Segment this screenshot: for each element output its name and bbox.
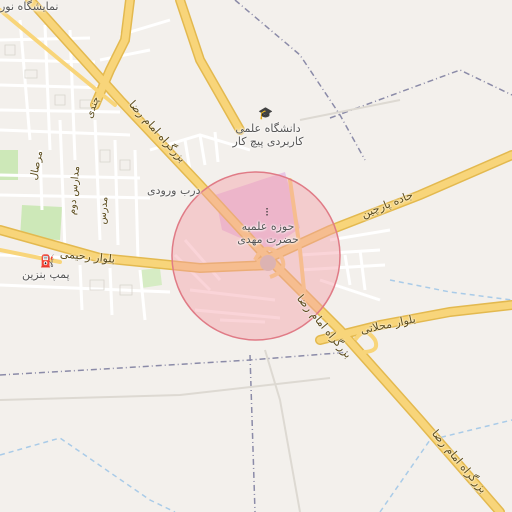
park-area <box>140 268 162 288</box>
poi-label-seminary[interactable]: حوزه علمیه حضرت مهدی <box>232 220 304 246</box>
poi-label-entrance: درب ورودی <box>147 184 201 197</box>
poi-label-gas-station[interactable]: پمپ بنزین <box>22 268 70 281</box>
graduation-cap-icon[interactable]: 🎓 <box>258 106 273 120</box>
poi-label: نمایشگاه نور <box>0 0 59 13</box>
map-canvas[interactable]: نمایشگاه نور 🎓 دانشگاه علمی کاربردی پیچ … <box>0 0 512 512</box>
poi-label-university[interactable]: دانشگاه علمی کاربردی پیچ کار <box>232 122 304 148</box>
fuel-pump-icon[interactable]: ⛽ <box>40 254 55 268</box>
religious-icon[interactable]: ⁝ <box>260 205 274 219</box>
